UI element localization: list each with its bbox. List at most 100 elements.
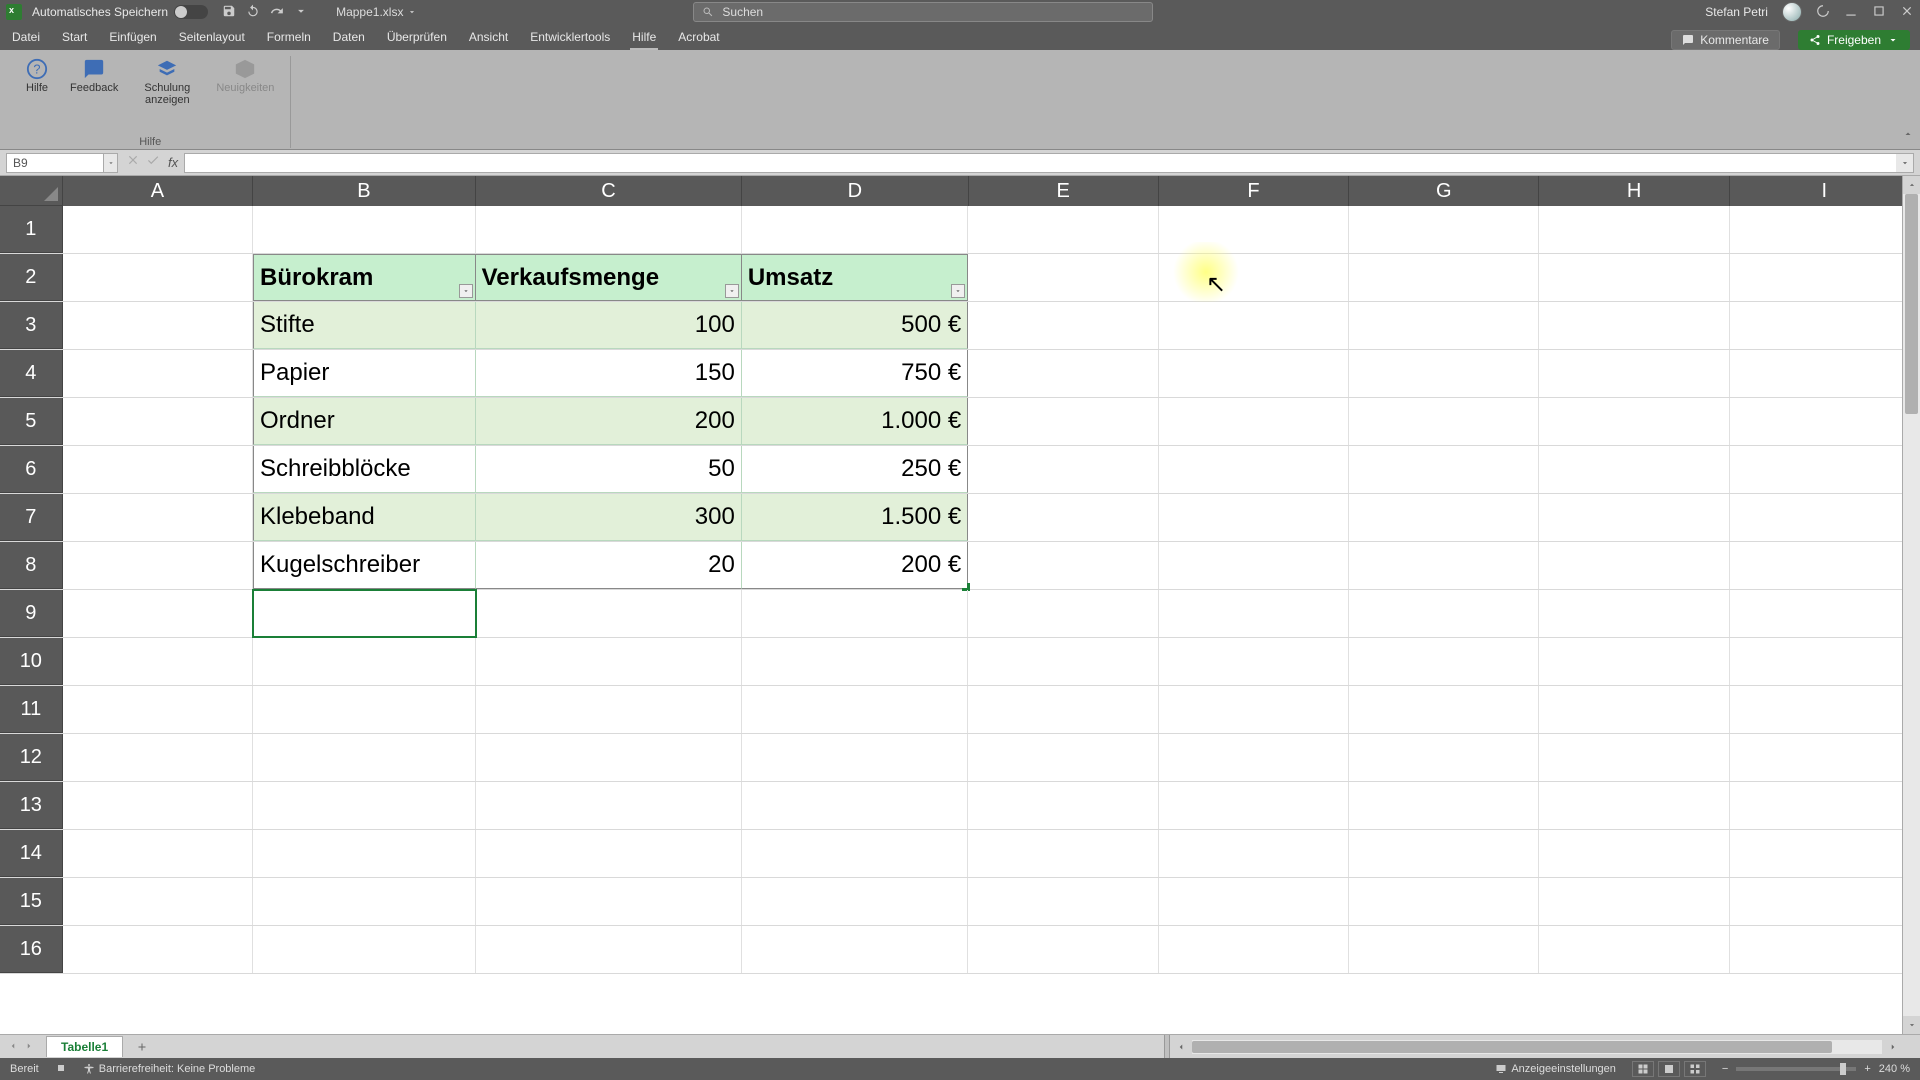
cell[interactable]: 250 € bbox=[742, 446, 968, 493]
cell[interactable] bbox=[476, 590, 742, 637]
cell[interactable]: Schreibblöcke bbox=[253, 446, 476, 493]
cell[interactable] bbox=[63, 446, 253, 493]
cell[interactable] bbox=[1730, 254, 1920, 301]
cell[interactable] bbox=[476, 926, 742, 973]
cell[interactable]: 500 € bbox=[742, 302, 968, 349]
cell[interactable] bbox=[1159, 782, 1349, 829]
select-all-button[interactable] bbox=[0, 176, 63, 206]
cell[interactable] bbox=[253, 830, 476, 877]
cell[interactable] bbox=[63, 590, 253, 637]
sheet-tab[interactable]: Tabelle1 bbox=[46, 1036, 123, 1057]
help-button[interactable]: ? Hilfe bbox=[20, 56, 54, 108]
search-box[interactable]: Suchen bbox=[693, 2, 1153, 22]
cell[interactable] bbox=[968, 494, 1158, 541]
cell[interactable] bbox=[476, 686, 742, 733]
cell[interactable] bbox=[253, 734, 476, 781]
save-icon[interactable] bbox=[222, 4, 236, 21]
cell[interactable] bbox=[1539, 302, 1729, 349]
cell[interactable] bbox=[742, 206, 968, 253]
cell[interactable] bbox=[1730, 734, 1920, 781]
cell[interactable] bbox=[1539, 206, 1729, 253]
tab-pagelayout[interactable]: Seitenlayout bbox=[177, 26, 247, 50]
view-normal-button[interactable] bbox=[1632, 1061, 1654, 1077]
row-header[interactable]: 3 bbox=[0, 302, 63, 349]
ribbon-collapse-button[interactable] bbox=[1902, 127, 1914, 145]
col-header-i[interactable]: I bbox=[1730, 176, 1920, 206]
close-icon[interactable] bbox=[1900, 4, 1914, 21]
cell[interactable]: 200 bbox=[476, 398, 742, 445]
cell[interactable] bbox=[63, 206, 253, 253]
cell[interactable]: 1.500 € bbox=[742, 494, 968, 541]
cell[interactable] bbox=[253, 638, 476, 685]
cell[interactable] bbox=[1539, 254, 1729, 301]
cell[interactable] bbox=[1159, 398, 1349, 445]
cell[interactable] bbox=[253, 686, 476, 733]
cell[interactable] bbox=[1539, 494, 1729, 541]
cell[interactable] bbox=[1349, 542, 1539, 589]
cell[interactable] bbox=[476, 782, 742, 829]
zoom-control[interactable]: − + 240 % bbox=[1722, 1063, 1910, 1075]
cell[interactable] bbox=[968, 302, 1158, 349]
cell[interactable] bbox=[1349, 830, 1539, 877]
scroll-up-icon[interactable] bbox=[1903, 176, 1920, 194]
scroll-track[interactable] bbox=[1903, 194, 1920, 1016]
col-header-f[interactable]: F bbox=[1159, 176, 1349, 206]
cell[interactable] bbox=[968, 350, 1158, 397]
cell[interactable]: 1.000 € bbox=[742, 398, 968, 445]
view-pagelayout-button[interactable] bbox=[1658, 1061, 1680, 1077]
macro-record-icon[interactable] bbox=[55, 1062, 67, 1077]
toggle-icon[interactable] bbox=[174, 5, 208, 19]
vertical-scrollbar[interactable] bbox=[1902, 176, 1920, 1034]
cell[interactable] bbox=[1349, 398, 1539, 445]
cell[interactable] bbox=[63, 782, 253, 829]
cell[interactable] bbox=[968, 254, 1158, 301]
col-header-d[interactable]: D bbox=[742, 176, 968, 206]
cell[interactable] bbox=[1159, 734, 1349, 781]
scroll-track[interactable] bbox=[1192, 1040, 1882, 1054]
formula-expand-button[interactable] bbox=[1896, 153, 1914, 173]
selected-cell[interactable] bbox=[253, 590, 476, 637]
cell[interactable] bbox=[742, 734, 968, 781]
tab-help[interactable]: Hilfe bbox=[630, 26, 658, 50]
cell[interactable] bbox=[742, 782, 968, 829]
cell[interactable] bbox=[742, 590, 968, 637]
cell[interactable] bbox=[1539, 686, 1729, 733]
cell[interactable] bbox=[1159, 686, 1349, 733]
row-header[interactable]: 7 bbox=[0, 494, 63, 541]
cell[interactable] bbox=[1349, 638, 1539, 685]
cell[interactable]: 150 bbox=[476, 350, 742, 397]
minimize-icon[interactable] bbox=[1844, 4, 1858, 21]
table-header-qty[interactable]: Verkaufsmenge bbox=[476, 254, 742, 301]
cell[interactable] bbox=[63, 254, 253, 301]
cell[interactable] bbox=[968, 446, 1158, 493]
cell[interactable]: Kugelschreiber bbox=[253, 542, 476, 589]
cell[interactable]: 200 € bbox=[742, 542, 968, 589]
cell[interactable] bbox=[1349, 782, 1539, 829]
tab-view[interactable]: Ansicht bbox=[467, 26, 510, 50]
cell[interactable] bbox=[1730, 590, 1920, 637]
cell[interactable] bbox=[968, 686, 1158, 733]
cell[interactable] bbox=[968, 206, 1158, 253]
cell[interactable] bbox=[253, 206, 476, 253]
cell[interactable]: 750 € bbox=[742, 350, 968, 397]
row-header[interactable]: 15 bbox=[0, 878, 63, 925]
spreadsheet-grid[interactable]: A B C D E F G H I 1 2 Bürokram Verkaufsm… bbox=[0, 176, 1920, 1034]
cell[interactable] bbox=[1159, 494, 1349, 541]
cell[interactable] bbox=[968, 830, 1158, 877]
cell[interactable] bbox=[1159, 302, 1349, 349]
cell[interactable] bbox=[1539, 590, 1729, 637]
tab-data[interactable]: Daten bbox=[331, 26, 367, 50]
cell[interactable] bbox=[1159, 350, 1349, 397]
training-button[interactable]: Schulung anzeigen bbox=[134, 56, 200, 108]
cell[interactable] bbox=[1159, 590, 1349, 637]
cell[interactable]: 100 bbox=[476, 302, 742, 349]
cell[interactable] bbox=[1730, 494, 1920, 541]
zoom-out-icon[interactable]: − bbox=[1722, 1063, 1728, 1075]
cell[interactable] bbox=[742, 686, 968, 733]
view-pagebreak-button[interactable] bbox=[1684, 1061, 1706, 1077]
row-header[interactable]: 14 bbox=[0, 830, 63, 877]
row-header[interactable]: 12 bbox=[0, 734, 63, 781]
qat-dropdown-icon[interactable] bbox=[294, 4, 308, 21]
cell[interactable] bbox=[1730, 350, 1920, 397]
cell[interactable] bbox=[1730, 302, 1920, 349]
